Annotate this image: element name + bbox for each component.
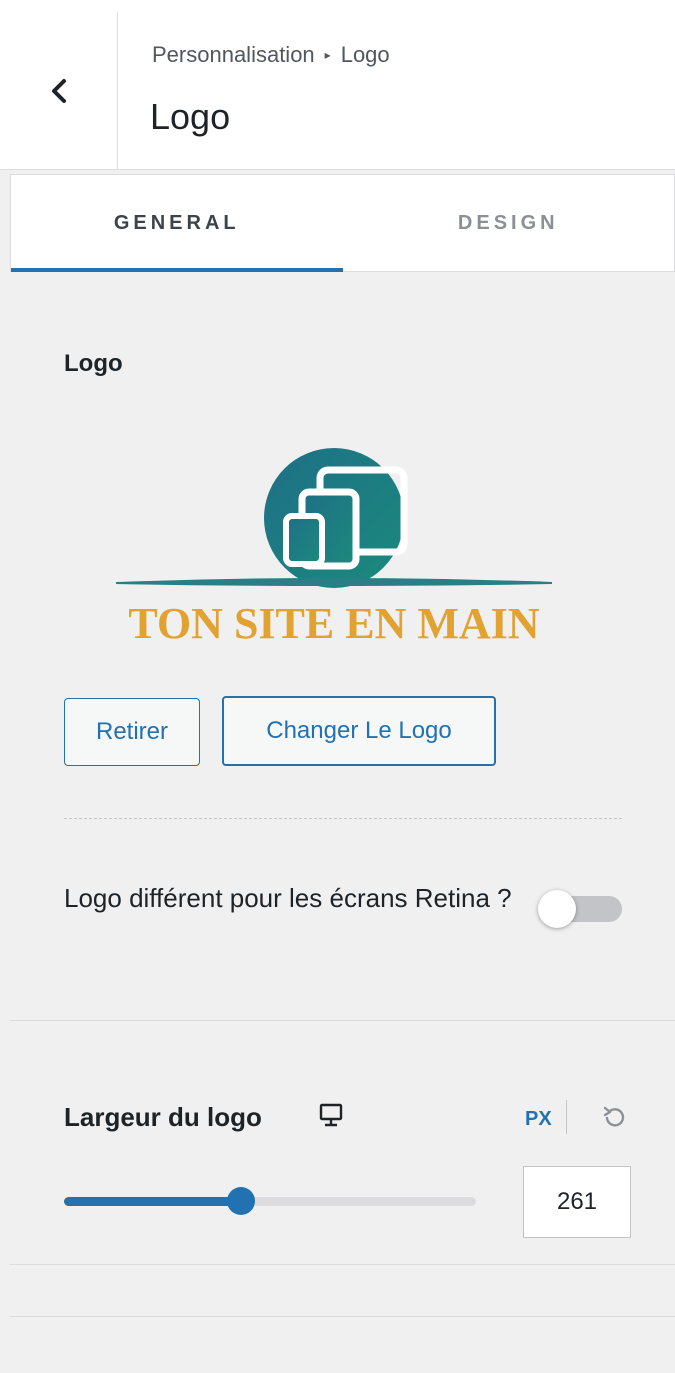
retina-toggle-label: Logo différent pour les écrans Retina ? [64,883,512,913]
tab-design[interactable]: DESIGN [343,175,675,271]
change-logo-button[interactable]: Changer Le Logo [222,696,496,766]
breadcrumb: Personnalisation ▸ Logo [152,42,390,68]
unit-px-button[interactable]: PX [525,1108,552,1131]
panel-divider-bottom [10,1264,675,1265]
logo-text: TON SITE EN MAIN [128,599,539,648]
unit-separator [566,1100,567,1134]
section-divider [64,818,622,819]
tab-bar: GENERAL DESIGN [10,174,675,272]
logo-width-input[interactable]: 261 [523,1166,631,1238]
panel-divider-last [10,1316,675,1317]
logo-width-label: Largeur du logo [64,1102,262,1132]
monitor-icon[interactable] [318,1102,344,1128]
retina-toggle[interactable] [538,890,622,928]
tab-general[interactable]: GENERAL [11,175,343,272]
customizer-panel: Personnalisation ▸ Logo Logo GENERAL DES… [0,0,675,1373]
back-button[interactable] [0,12,118,170]
slider-handle[interactable] [227,1187,256,1215]
logo-width-slider[interactable] [64,1186,476,1216]
breadcrumb-parent: Personnalisation [152,42,315,67]
remove-logo-button[interactable]: Retirer [64,698,200,766]
panel-header: Personnalisation ▸ Logo Logo [0,0,675,170]
page-title: Logo [150,96,231,137]
logo-field-label: Logo [64,350,123,377]
slider-fill [64,1197,242,1206]
reset-icon[interactable] [602,1104,628,1130]
breadcrumb-current: Logo [340,42,390,67]
panel-divider [10,1020,675,1021]
breadcrumb-separator-icon: ▸ [324,48,331,62]
toggle-knob [538,890,576,928]
chevron-left-icon [51,79,66,103]
site-logo-image: TON SITE EN MAIN [116,448,552,648]
